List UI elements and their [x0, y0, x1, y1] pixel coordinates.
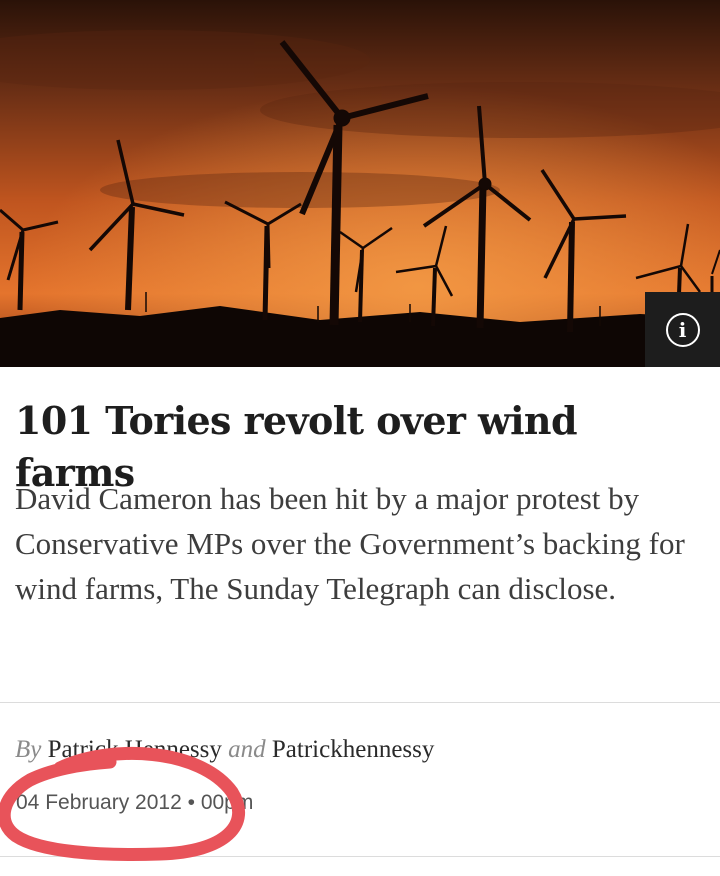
divider-bottom	[0, 856, 720, 857]
byline-conjunction: and	[228, 736, 266, 763]
publish-date: 04 February 2012	[16, 791, 182, 814]
info-icon: i	[665, 312, 700, 347]
image-info-button[interactable]: i	[645, 292, 720, 367]
divider	[0, 702, 720, 703]
byline: By Patrick Hennessy and Patrickhennessy	[15, 736, 705, 764]
byline-prefix: By	[15, 736, 42, 763]
publish-dateline: 04 February 2012 • 00pm	[16, 791, 516, 815]
author-link-1[interactable]: Patrick Hennessy	[48, 736, 222, 763]
hero-image: i	[0, 0, 720, 367]
publish-time: 00pm	[200, 791, 254, 814]
author-link-2[interactable]: Patrickhennessy	[272, 736, 434, 763]
article-standfirst: David Cameron has been hit by a major pr…	[15, 481, 685, 606]
wind-farm-sunset-image	[0, 0, 720, 367]
date-separator: •	[187, 791, 195, 814]
